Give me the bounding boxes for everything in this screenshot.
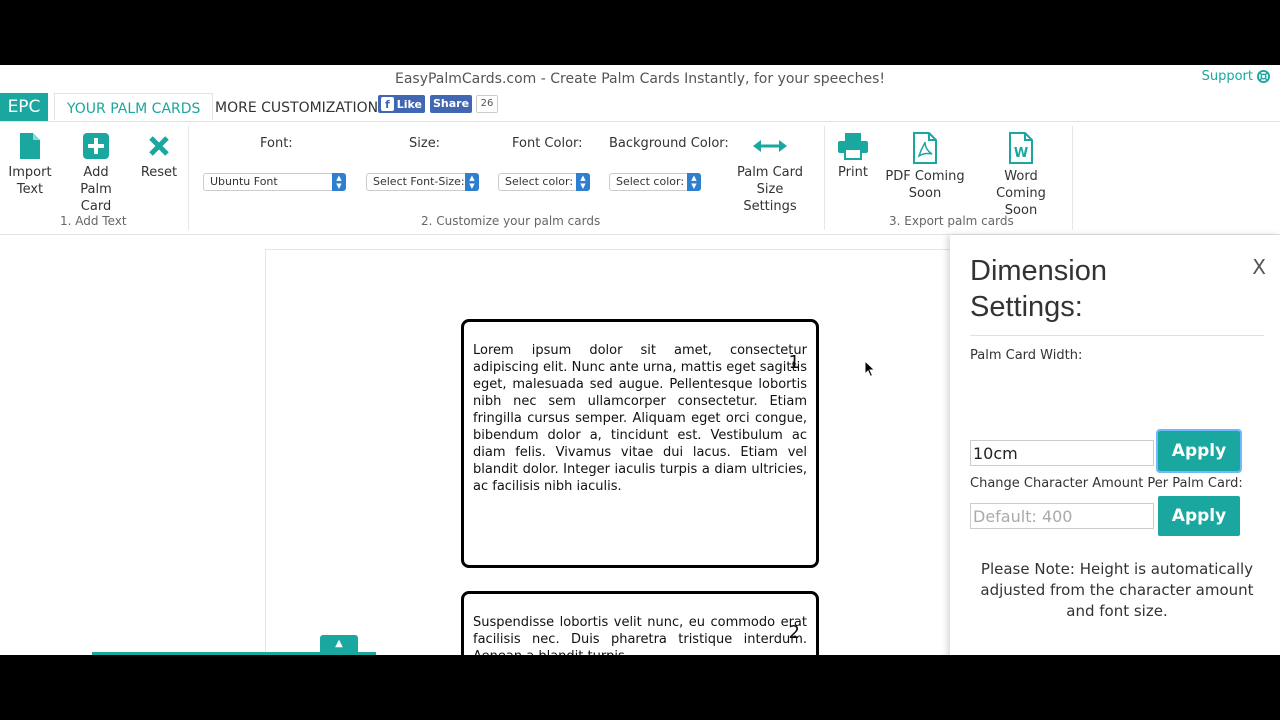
select-arrows-icon: ▲ ▼ bbox=[465, 173, 479, 191]
window-title: EasyPalmCards.com - Create Palm Cards In… bbox=[394, 71, 886, 87]
x-icon bbox=[149, 136, 169, 156]
select-arrows-icon: ▲ ▼ bbox=[687, 173, 701, 191]
facebook-icon: f bbox=[381, 97, 394, 111]
font-label: Font: bbox=[260, 136, 293, 151]
font-color-select[interactable]: Select color: ▲ ▼ bbox=[498, 173, 590, 191]
apply-character-amount-button[interactable]: Apply bbox=[1158, 496, 1240, 536]
select-arrows-icon: ▲ ▼ bbox=[332, 173, 346, 191]
support-link[interactable]: Support bbox=[1202, 69, 1270, 84]
height-note: Please Note: Height is automatically adj… bbox=[980, 560, 1254, 620]
import-text-label: Import Text bbox=[8, 165, 52, 197]
add-palm-card-button[interactable]: Add Palm Card bbox=[66, 132, 126, 215]
font-color-select-value: Select color: bbox=[505, 175, 574, 188]
facebook-share-button[interactable]: Share bbox=[430, 95, 472, 113]
word-export-button[interactable]: W Word Coming Soon bbox=[978, 132, 1064, 219]
font-size-select-value: Select Font-Size: bbox=[373, 175, 465, 188]
svg-text:W: W bbox=[1014, 146, 1028, 161]
divider bbox=[970, 335, 1264, 336]
pdf-export-button[interactable]: PDF Coming Soon bbox=[885, 132, 965, 202]
customize-group-label: 2. Customize your palm cards bbox=[421, 214, 601, 228]
app-logo[interactable]: EPC bbox=[0, 93, 48, 121]
print-label: Print bbox=[838, 165, 868, 180]
font-color-label: Font Color: bbox=[512, 136, 583, 151]
apply-width-button[interactable]: Apply bbox=[1156, 429, 1242, 473]
divider bbox=[1072, 126, 1073, 230]
palm-card-size-settings-label: Palm Card Size Settings bbox=[736, 165, 804, 214]
palm-card-width-label: Palm Card Width: bbox=[970, 348, 1083, 363]
add-text-group-label: 1. Add Text bbox=[60, 214, 127, 228]
facebook-like-label: Like bbox=[396, 97, 422, 111]
divider bbox=[824, 126, 825, 230]
panel-title: Dimension Settings: bbox=[970, 255, 1107, 323]
mouse-cursor-icon bbox=[864, 360, 876, 378]
lifebuoy-icon bbox=[1257, 70, 1270, 83]
support-label: Support bbox=[1201, 69, 1253, 84]
palm-card[interactable]: Suspendisse lobortis velit nunc, eu comm… bbox=[461, 591, 819, 655]
facebook-share-count: 26 bbox=[476, 95, 498, 113]
print-button[interactable]: Print bbox=[833, 132, 873, 181]
file-icon bbox=[20, 133, 40, 159]
font-select[interactable]: Ubuntu Font ▲ ▼ bbox=[203, 173, 346, 191]
palm-card[interactable]: Lorem ipsum dolor sit amet, consectetur … bbox=[461, 319, 819, 568]
arrows-horizontal-icon bbox=[753, 140, 787, 152]
character-amount-input[interactable] bbox=[970, 503, 1154, 529]
palm-card-number: 1 bbox=[788, 352, 800, 373]
chevron-up-icon: ▲ bbox=[335, 638, 343, 649]
print-icon bbox=[838, 133, 868, 160]
pdf-file-icon bbox=[913, 132, 937, 164]
character-amount-label: Change Character Amount Per Palm Card: bbox=[970, 476, 1243, 491]
export-group-label: 3. Export palm cards bbox=[889, 214, 1014, 228]
reset-button[interactable]: Reset bbox=[138, 132, 180, 181]
close-panel-button[interactable]: X bbox=[1252, 255, 1266, 279]
drawer-toggle-button[interactable]: ▲ bbox=[320, 635, 358, 653]
dimension-settings-panel: Dimension Settings: X Palm Card Width: A… bbox=[950, 235, 1280, 655]
pdf-export-label: PDF Coming Soon bbox=[885, 169, 965, 201]
app-window: EasyPalmCards.com - Create Palm Cards In… bbox=[0, 65, 1280, 655]
palm-card-width-input[interactable] bbox=[970, 440, 1154, 466]
size-label: Size: bbox=[409, 136, 441, 151]
toolbar-ribbon: Import Text Add Palm Card Reset 1. Add T… bbox=[0, 121, 1280, 235]
import-text-button[interactable]: Import Text bbox=[6, 132, 54, 198]
tab-more-customization[interactable]: MORE CUSTOMIZATION bbox=[203, 93, 390, 121]
word-export-label: Word Coming Soon bbox=[996, 169, 1046, 218]
palm-card-text: Lorem ipsum dolor sit amet, consectetur … bbox=[473, 343, 807, 494]
divider bbox=[188, 126, 189, 230]
palm-card-size-settings-button[interactable]: Palm Card Size Settings bbox=[730, 132, 810, 215]
tab-bar: EPC YOUR PALM CARDS MORE CUSTOMIZATION f… bbox=[0, 93, 1280, 121]
background-color-label: Background Color: bbox=[609, 136, 729, 151]
font-select-value: Ubuntu Font bbox=[210, 175, 278, 188]
tab-your-palm-cards[interactable]: YOUR PALM CARDS bbox=[54, 93, 214, 121]
plus-square-icon bbox=[83, 133, 109, 159]
select-arrows-icon: ▲ ▼ bbox=[576, 173, 590, 191]
add-palm-card-label: Add Palm Card bbox=[80, 165, 112, 214]
facebook-like-button[interactable]: f Like bbox=[378, 95, 425, 113]
background-color-select-value: Select color: bbox=[616, 175, 685, 188]
palm-card-number: 2 bbox=[788, 622, 800, 643]
palm-card-text: Suspendisse lobortis velit nunc, eu comm… bbox=[473, 615, 807, 655]
word-file-icon: W bbox=[1009, 132, 1033, 164]
background-color-select[interactable]: Select color: ▲ ▼ bbox=[609, 173, 701, 191]
reset-label: Reset bbox=[140, 165, 178, 180]
font-size-select[interactable]: Select Font-Size: ▲ ▼ bbox=[366, 173, 479, 191]
